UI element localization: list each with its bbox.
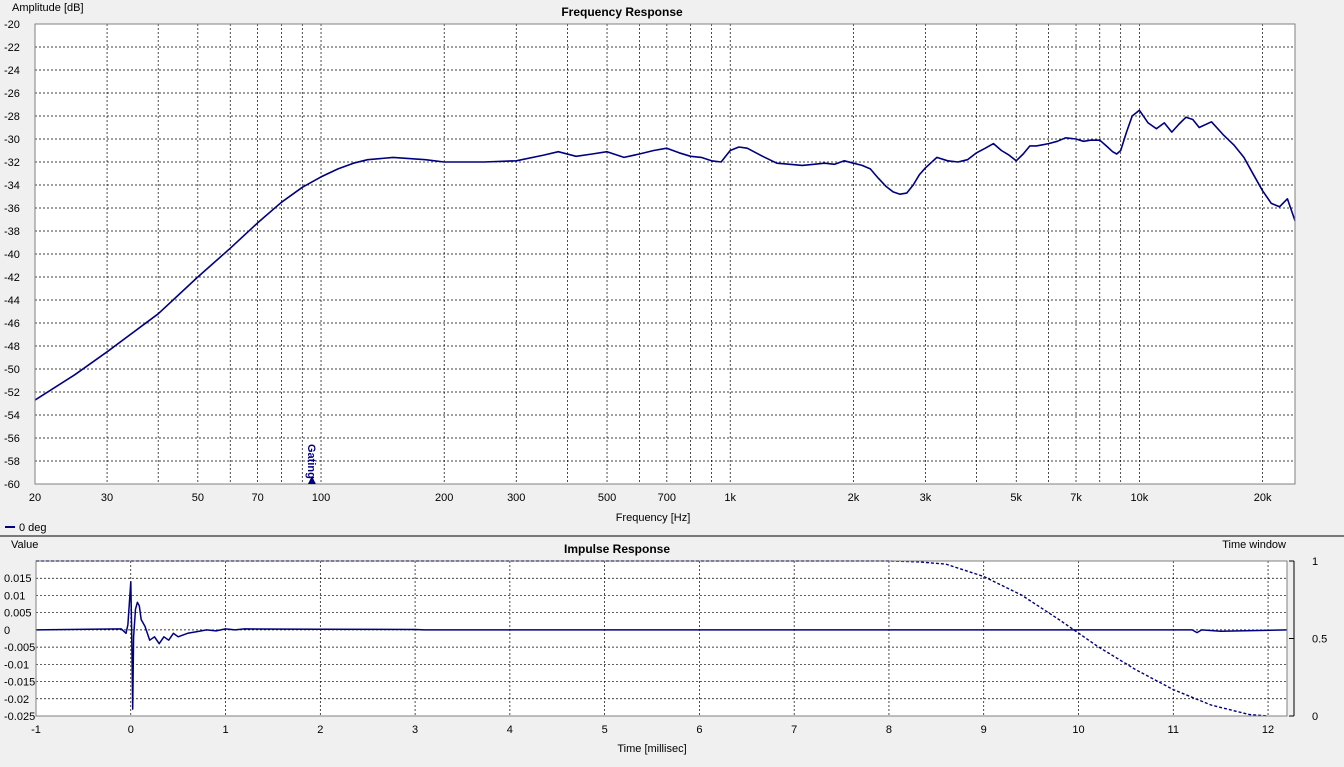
impulse-chart-title: Impulse Response xyxy=(564,542,670,556)
frequency-x-axis-label: Frequency [Hz] xyxy=(616,512,691,524)
x-tick-label: 0 xyxy=(128,724,134,736)
x-tick-label: 7k xyxy=(1070,492,1082,504)
x-tick-label: 10 xyxy=(1072,724,1084,736)
y-tick-label: -0.02 xyxy=(4,694,29,706)
y2-tick-label: 0 xyxy=(1312,711,1318,723)
y-tick-label: -44 xyxy=(4,295,20,307)
x-tick-label: 50 xyxy=(192,492,204,504)
x-tick-label: 200 xyxy=(435,492,453,504)
analyzer-canvas: -20 -22 -24 -26 -28 -30 -32 -34 -36 -38 -40 -42 -44 -… xyxy=(0,2,1344,755)
x-tick-label: 3k xyxy=(920,492,932,504)
y-tick-label: -20 xyxy=(4,19,20,31)
y-tick-label: -0.005 xyxy=(4,642,35,654)
x-tick-label: 10k xyxy=(1131,492,1149,504)
legend-label-0-deg: 0 deg xyxy=(19,522,47,534)
impulse-y-axis-label: Value xyxy=(11,539,38,551)
impulse-plot-area[interactable] xyxy=(36,561,1287,716)
x-tick-label: 300 xyxy=(507,492,525,504)
x-tick-label: 6 xyxy=(696,724,702,736)
x-tick-label: 9 xyxy=(981,724,987,736)
x-tick-label: 11 xyxy=(1168,724,1179,736)
y-tick-label: -0.025 xyxy=(4,711,35,723)
legend[interactable]: 0 deg xyxy=(5,522,47,534)
y-tick-label: -30 xyxy=(4,134,20,146)
x-tick-label: 5 xyxy=(602,724,608,736)
x-tick-label: 1k xyxy=(724,492,736,504)
x-tick-label: 2k xyxy=(848,492,860,504)
x-tick-label: 4 xyxy=(507,724,513,736)
y-tick-label: -22 xyxy=(4,42,20,54)
x-tick-label: 20k xyxy=(1254,492,1272,504)
y-tick-label: -28 xyxy=(4,111,20,123)
y-tick-label: -40 xyxy=(4,249,20,261)
x-tick-label: 20 xyxy=(29,492,41,504)
y-tick-label: -54 xyxy=(4,410,20,422)
x-tick-label: 8 xyxy=(886,724,892,736)
y-tick-label: -42 xyxy=(4,272,20,284)
impulse-x-axis-label: Time [millisec] xyxy=(617,743,686,755)
y2-tick-label: 0.5 xyxy=(1312,634,1327,646)
frequency-y-axis-label: Amplitude [dB] xyxy=(12,2,84,14)
y-tick-label: -58 xyxy=(4,456,20,468)
gating-label: Gating xyxy=(305,444,317,479)
x-tick-label: 30 xyxy=(101,492,113,504)
x-tick-label: 2 xyxy=(317,724,323,736)
x-tick-label: 100 xyxy=(312,492,330,504)
x-tick-label: 5k xyxy=(1010,492,1022,504)
y-tick-label: -52 xyxy=(4,387,20,399)
x-tick-label: 500 xyxy=(598,492,616,504)
y-tick-label: -36 xyxy=(4,203,20,215)
x-tick-label: 12 xyxy=(1262,724,1274,736)
y-tick-label: 0 xyxy=(4,625,10,637)
time-window-axis-label: Time window xyxy=(1222,539,1286,551)
x-tick-label: 1 xyxy=(222,724,228,736)
y-tick-label: -46 xyxy=(4,318,20,330)
y-tick-label: 0.005 xyxy=(4,608,32,620)
y-tick-label: -34 xyxy=(4,180,20,192)
x-tick-label: 70 xyxy=(252,492,264,504)
y-tick-label: -50 xyxy=(4,364,20,376)
y-tick-label: -26 xyxy=(4,88,20,100)
x-tick-label: 3 xyxy=(412,724,418,736)
y-tick-label: -0.01 xyxy=(4,659,29,671)
y-tick-label: -24 xyxy=(4,65,20,77)
y-tick-label: 0.015 xyxy=(4,573,32,585)
y-tick-label: -60 xyxy=(4,479,20,491)
gating-marker: Gating xyxy=(305,444,317,484)
x-tick-label: 700 xyxy=(658,492,676,504)
y-tick-label: -56 xyxy=(4,433,20,445)
y2-tick-label: 1 xyxy=(1312,556,1318,568)
frequency-chart-title: Frequency Response xyxy=(561,5,683,19)
x-tick-label: -1 xyxy=(31,724,41,736)
x-tick-label: 7 xyxy=(791,724,797,736)
y-tick-label: 0.01 xyxy=(4,590,25,602)
y-tick-label: -38 xyxy=(4,226,20,238)
y-tick-label: -32 xyxy=(4,157,20,169)
y-tick-label: -48 xyxy=(4,341,20,353)
y-tick-label: -0.015 xyxy=(4,677,35,689)
